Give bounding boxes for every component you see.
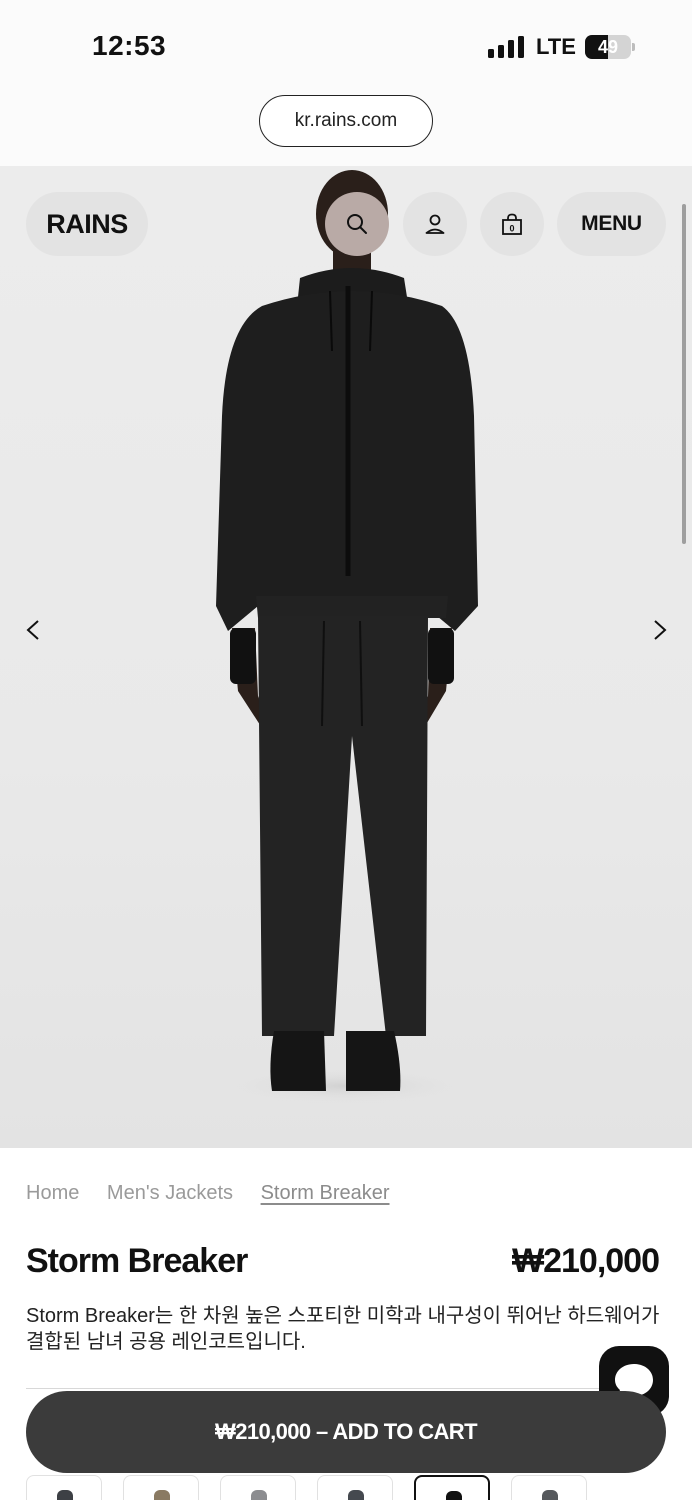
shopping-bag-icon: 0 [502, 213, 522, 235]
network-label: LTE [536, 34, 576, 59]
browser-address-area: kr.rains.com [0, 90, 692, 166]
cart-button[interactable]: 0 [480, 192, 544, 256]
color-swatch[interactable] [317, 1475, 393, 1500]
battery-cap [632, 43, 635, 51]
search-button[interactable] [325, 192, 389, 256]
product-image-carousel[interactable]: RAINS 0 MENU [0, 166, 692, 1148]
menu-button[interactable]: MENU [557, 192, 666, 256]
battery-icon: 49 [585, 35, 631, 59]
chevron-right-icon[interactable] [647, 618, 671, 642]
product-description: Storm Breaker는 한 차원 높은 스포티한 미학과 내구성이 뛰어난… [26, 1305, 660, 1353]
status-bar: 12:53 LTE 49 [0, 0, 692, 90]
status-time: 12:53 [92, 30, 167, 61]
search-icon [347, 214, 367, 234]
battery-level: 49 [597, 37, 619, 57]
color-swatch[interactable] [123, 1475, 199, 1500]
add-to-cart-button[interactable]: ₩210,000 – ADD TO CART [26, 1391, 666, 1473]
swatch-thumbnail [446, 1491, 462, 1500]
breadcrumb-home[interactable]: Home [26, 1182, 79, 1204]
signal-icon [488, 36, 524, 58]
color-swatch[interactable] [26, 1475, 102, 1500]
product-title: Storm Breaker [26, 1242, 248, 1280]
swatch-thumbnail [251, 1490, 267, 1500]
breadcrumb-current[interactable]: Storm Breaker [261, 1182, 390, 1204]
rains-logo[interactable]: RAINS [26, 192, 148, 256]
user-icon [425, 214, 445, 234]
url-bar[interactable]: kr.rains.com [259, 95, 433, 147]
color-swatch[interactable] [414, 1475, 490, 1500]
breadcrumb-category[interactable]: Men's Jackets [107, 1182, 233, 1204]
color-swatch[interactable] [220, 1475, 296, 1500]
swatch-thumbnail [154, 1490, 170, 1500]
chevron-left-icon[interactable] [22, 618, 46, 642]
breadcrumb: Home Men's Jackets Storm Breaker [26, 1182, 412, 1205]
color-swatch[interactable] [511, 1475, 587, 1500]
swatch-thumbnail [57, 1490, 73, 1500]
cart-count: 0 [509, 224, 514, 234]
swatch-thumbnail [542, 1490, 558, 1500]
product-photo [216, 170, 478, 1104]
swatch-thumbnail [348, 1490, 364, 1500]
account-button[interactable] [403, 192, 467, 256]
product-price: ₩210,000 [512, 1242, 660, 1280]
divider [26, 1388, 600, 1389]
scroll-indicator[interactable] [682, 204, 686, 544]
